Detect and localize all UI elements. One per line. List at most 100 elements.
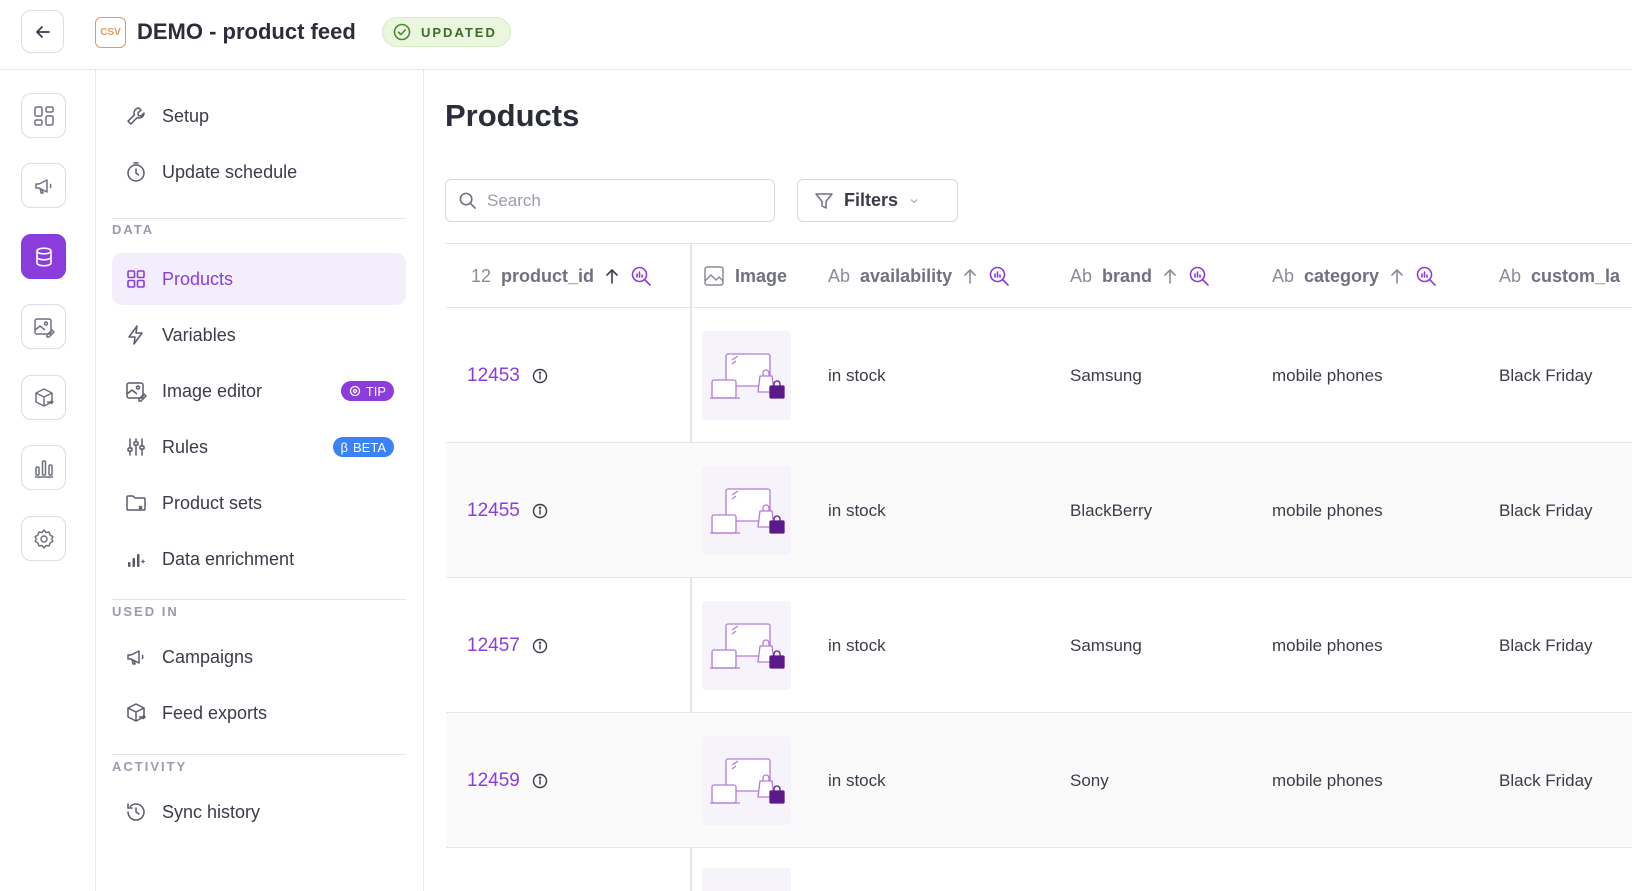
column-label: Image bbox=[735, 265, 788, 286]
section-label-used-in: USED IN bbox=[112, 604, 179, 619]
search-icon bbox=[459, 192, 476, 209]
sidebar-item-feed-exports[interactable]: Feed exports bbox=[112, 687, 406, 739]
divider bbox=[112, 754, 406, 755]
section-label-data: DATA bbox=[112, 222, 155, 237]
sidebar-item-data-enrichment[interactable]: Data enrichment bbox=[112, 533, 406, 585]
image-edit-icon bbox=[124, 379, 148, 403]
category-cell: mobile phones bbox=[1272, 635, 1383, 655]
column-header-availability[interactable]: Ab availability bbox=[828, 244, 1010, 308]
text-type-icon: Ab bbox=[828, 265, 851, 286]
dashboard-icon[interactable] bbox=[21, 93, 66, 138]
product-id-cell[interactable]: 12455 bbox=[467, 443, 548, 578]
grid-icon bbox=[124, 267, 148, 291]
table-row[interactable]: 12453 in stock Samsung mobile phones Bla… bbox=[446, 308, 1632, 443]
product-thumbnail[interactable] bbox=[702, 331, 791, 420]
category-cell: mobile phones bbox=[1272, 500, 1383, 520]
column-label: category bbox=[1304, 265, 1380, 286]
page-title: Products bbox=[445, 98, 580, 133]
devices-placeholder-icon bbox=[709, 352, 785, 399]
devices-placeholder-icon bbox=[709, 622, 785, 669]
info-icon[interactable] bbox=[532, 368, 548, 384]
sidebar-item-update-schedule[interactable]: Update schedule bbox=[112, 146, 406, 198]
chart-sparkle-icon bbox=[124, 547, 148, 571]
secondary-sidebar: Setup Update schedule DATA Products Vari… bbox=[96, 70, 424, 891]
tip-label: TIP bbox=[365, 383, 386, 399]
text-type-icon: Ab bbox=[1070, 265, 1093, 286]
gear-icon[interactable] bbox=[21, 516, 66, 561]
info-icon[interactable] bbox=[532, 638, 548, 654]
search-column-icon[interactable] bbox=[1188, 265, 1210, 287]
availability-cell: in stock bbox=[828, 635, 886, 655]
sidebar-item-campaigns[interactable]: Campaigns bbox=[112, 631, 406, 683]
product-id-link[interactable]: 12457 bbox=[467, 635, 520, 657]
beta-label: BETA bbox=[353, 439, 386, 455]
box-export-icon[interactable] bbox=[21, 375, 66, 420]
sidebar-item-image-editor[interactable]: Image editor TIP bbox=[112, 365, 406, 417]
bar-chart-icon[interactable] bbox=[21, 445, 66, 490]
back-button[interactable] bbox=[21, 10, 64, 53]
sort-ascending-icon[interactable] bbox=[962, 267, 978, 285]
sidebar-item-setup[interactable]: Setup bbox=[112, 90, 406, 142]
beta-badge: β BETA bbox=[332, 437, 394, 457]
brand-cell: BlackBerry bbox=[1070, 500, 1153, 520]
sidebar-item-label: Data enrichment bbox=[162, 548, 295, 569]
product-id-link[interactable]: 12459 bbox=[467, 770, 520, 792]
product-thumbnail[interactable] bbox=[702, 601, 791, 690]
custom-label-cell: Black Friday bbox=[1499, 500, 1593, 520]
product-id-cell[interactable]: 12453 bbox=[467, 308, 548, 443]
chevron-down-icon bbox=[910, 198, 918, 203]
product-thumbnail[interactable] bbox=[702, 868, 791, 891]
table-row[interactable]: 12455 in stock BlackBerry mobile phones … bbox=[446, 443, 1632, 578]
column-header-custom-label[interactable]: Ab custom_la bbox=[1499, 244, 1620, 308]
column-header-category[interactable]: Ab category bbox=[1272, 244, 1437, 308]
brand-cell: Samsung bbox=[1070, 635, 1142, 655]
filter-icon bbox=[815, 192, 833, 209]
search-input[interactable] bbox=[487, 190, 757, 211]
megaphone-icon[interactable] bbox=[21, 163, 66, 208]
beta-symbol-icon: β bbox=[340, 439, 348, 455]
top-header: CSV DEMO - product feed UPDATED bbox=[0, 0, 1632, 70]
sort-ascending-icon[interactable] bbox=[1389, 267, 1405, 285]
sort-ascending-icon[interactable] bbox=[1162, 267, 1178, 285]
filters-button[interactable]: Filters bbox=[797, 179, 958, 222]
table-row[interactable]: 12457 in stock Samsung mobile phones Bla… bbox=[446, 578, 1632, 713]
table-row[interactable] bbox=[446, 848, 1632, 891]
product-thumbnail[interactable] bbox=[702, 466, 791, 555]
sort-ascending-icon[interactable] bbox=[604, 267, 620, 285]
column-label: brand bbox=[1102, 265, 1153, 286]
search-column-icon[interactable] bbox=[630, 265, 652, 287]
column-header-product-id[interactable]: 12 product_id bbox=[471, 244, 652, 308]
image-cell bbox=[702, 713, 791, 848]
table-row[interactable]: 12459 in stock Sony mobile phones Black … bbox=[446, 713, 1632, 848]
csv-file-icon: CSV bbox=[95, 17, 126, 48]
search-box[interactable] bbox=[445, 179, 775, 222]
image-edit-icon[interactable] bbox=[21, 304, 66, 349]
sidebar-item-label: Update schedule bbox=[162, 161, 298, 182]
product-id-cell[interactable]: 12459 bbox=[467, 713, 548, 848]
product-id-link[interactable]: 12453 bbox=[467, 365, 520, 387]
info-icon[interactable] bbox=[532, 773, 548, 789]
sidebar-item-product-sets[interactable]: Product sets bbox=[112, 477, 406, 529]
sidebar-item-label: Sync history bbox=[162, 801, 261, 822]
database-icon[interactable] bbox=[21, 234, 66, 279]
column-label: product_id bbox=[501, 265, 595, 286]
sidebar-item-sync-history[interactable]: Sync history bbox=[112, 786, 406, 838]
product-id-cell[interactable]: 12457 bbox=[467, 578, 548, 713]
search-column-icon[interactable] bbox=[988, 265, 1010, 287]
availability-cell: in stock bbox=[828, 770, 886, 790]
column-header-image[interactable]: Image bbox=[703, 244, 787, 308]
text-type-icon: Ab bbox=[1272, 265, 1295, 286]
sidebar-item-rules[interactable]: Rules β BETA bbox=[112, 421, 406, 473]
category-cell: mobile phones bbox=[1272, 365, 1383, 385]
status-badge: UPDATED bbox=[382, 17, 511, 47]
availability-cell: in stock bbox=[828, 500, 886, 520]
info-icon[interactable] bbox=[532, 503, 548, 519]
text-type-icon: Ab bbox=[1499, 265, 1522, 286]
column-header-brand[interactable]: Ab brand bbox=[1070, 244, 1210, 308]
product-thumbnail[interactable] bbox=[702, 736, 791, 825]
product-id-link[interactable]: 12455 bbox=[467, 500, 520, 522]
search-column-icon[interactable] bbox=[1415, 265, 1437, 287]
availability-cell: in stock bbox=[828, 365, 886, 385]
sidebar-item-variables[interactable]: Variables bbox=[112, 309, 406, 361]
sidebar-item-products[interactable]: Products bbox=[112, 253, 406, 305]
